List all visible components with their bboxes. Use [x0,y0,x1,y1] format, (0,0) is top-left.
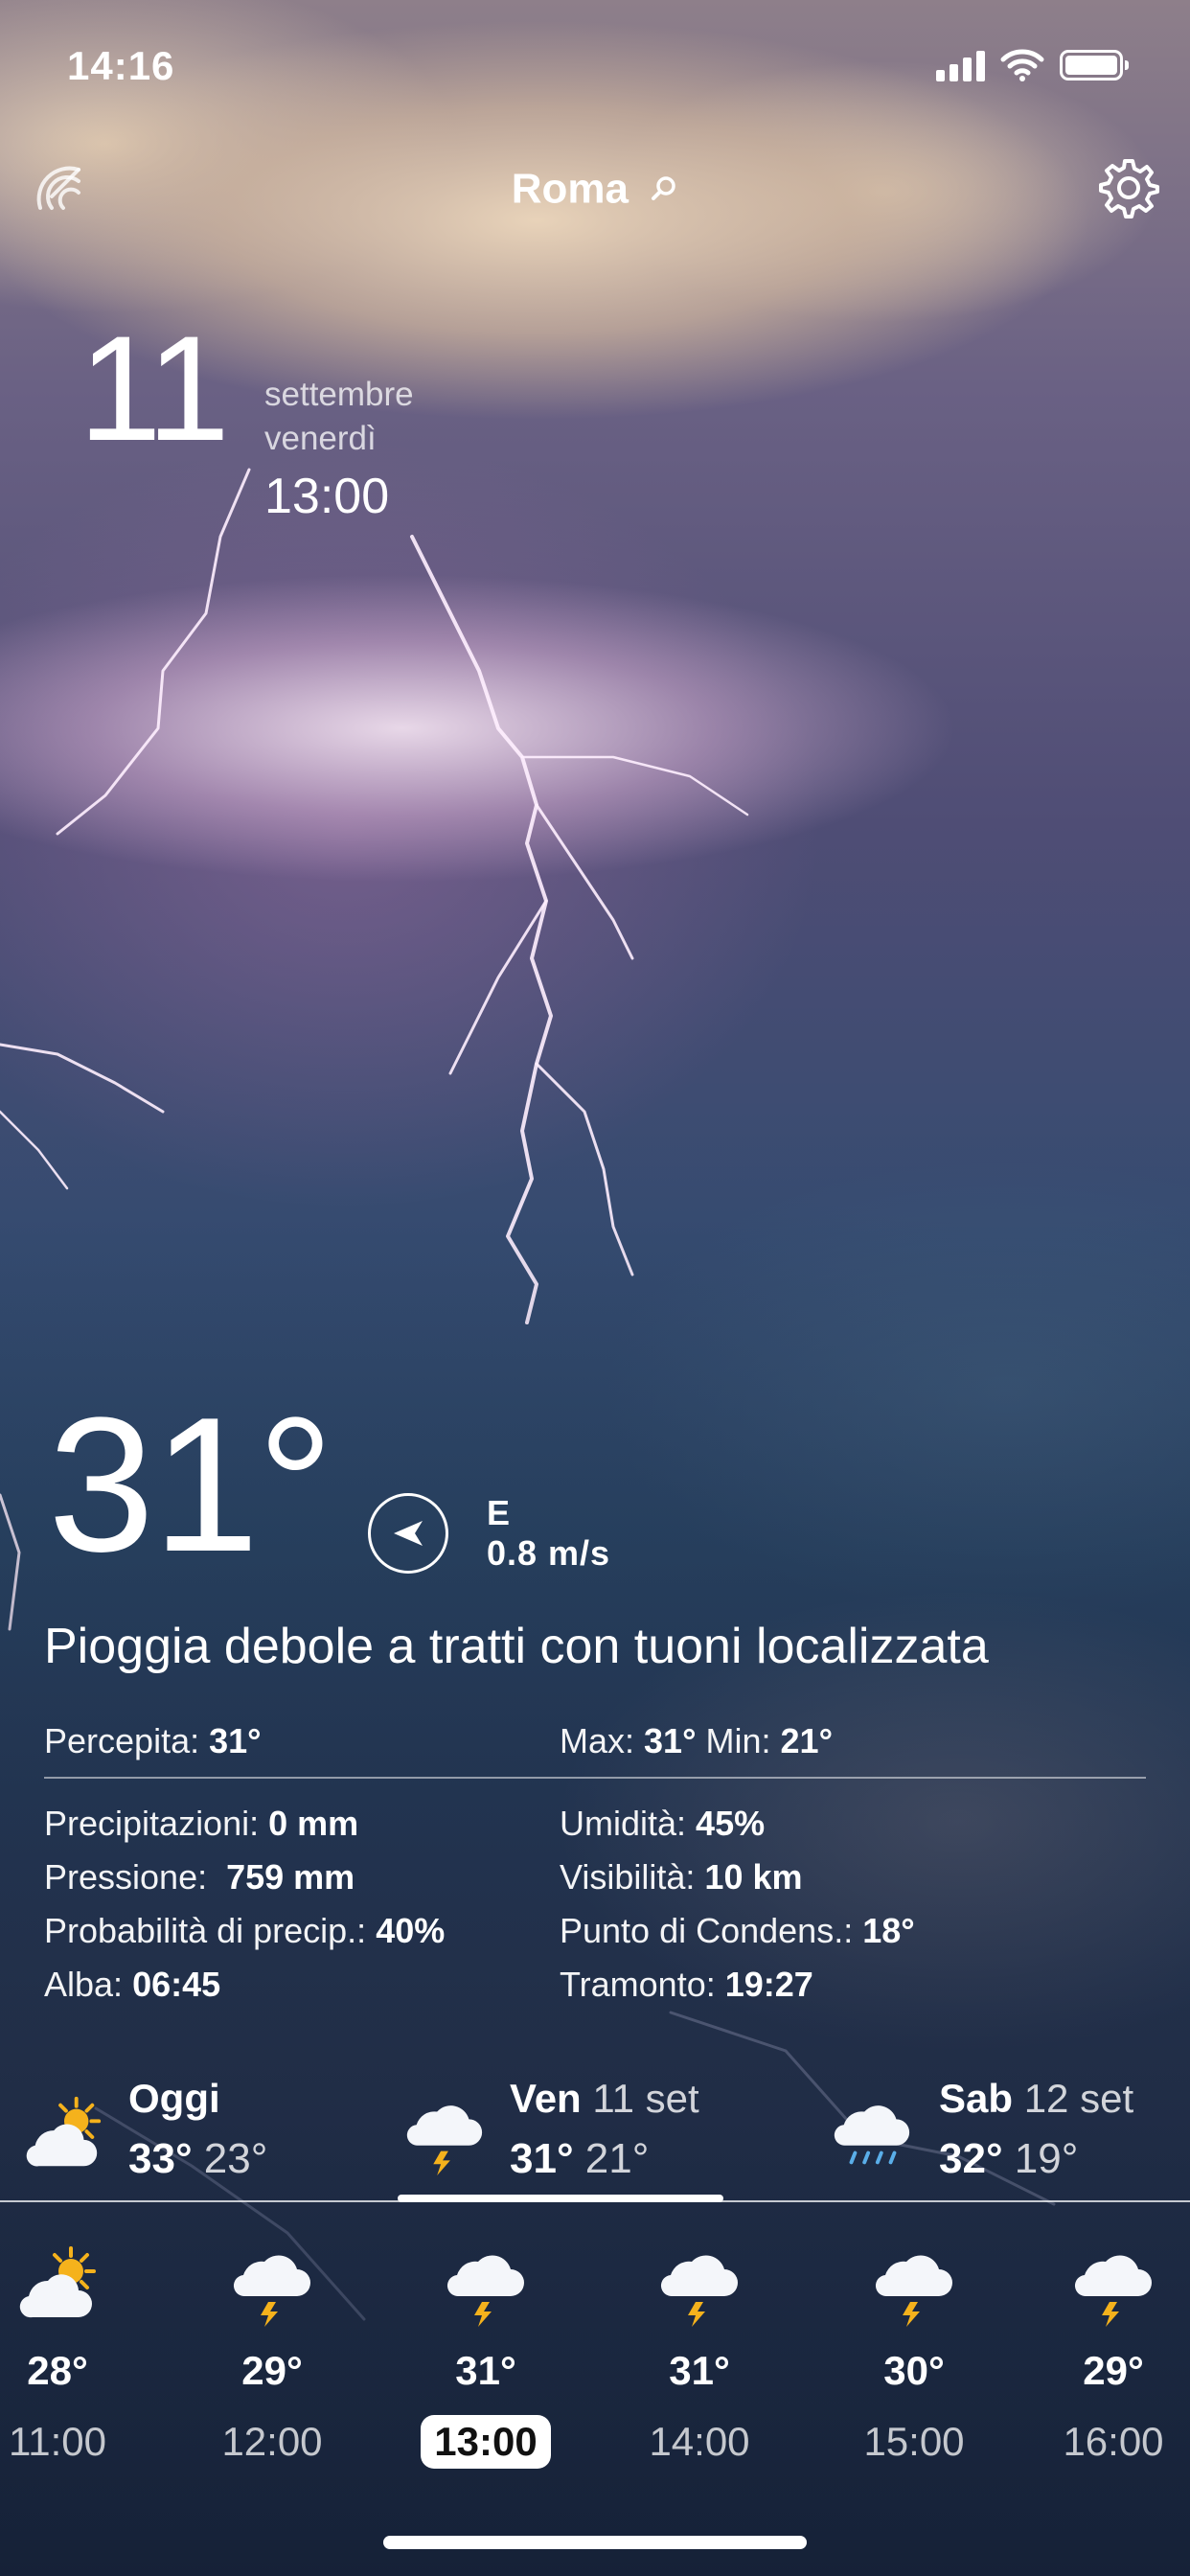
city-name[interactable]: Roma [512,165,629,212]
partly-sunny-icon [17,2093,109,2177]
rain-cloud-icon [826,2093,918,2177]
thunder-cloud-icon [1067,2242,1159,2329]
current-temperature: 31° [48,1378,333,1592]
thunder-cloud-icon [226,2242,318,2329]
hourly-item[interactable]: 31° 14:00 [623,2242,776,2469]
date-month: settembre [264,376,414,413]
day-card-saturday[interactable]: Sab 12 set 32° 19° [826,2074,1190,2182]
battery-icon [1060,50,1129,80]
visibility: Visibilità: 10 km [560,1857,803,1897]
thunder-cloud-icon [653,2242,745,2329]
wind-direction-icon [368,1493,448,1574]
dew-point: Punto di Condens.: 18° [560,1911,915,1950]
cellular-signal-icon [936,49,985,81]
details-divider [44,1777,1146,1779]
wind-speed: 0.8 m/s [487,1533,611,1573]
thunder-cloud-icon [399,2093,491,2177]
precipitation-probability: Probabilità di precip.: 40% [44,1911,446,1950]
status-time: 14:16 [67,43,175,88]
city-selector[interactable]: Roma [0,163,1190,213]
sunset: Tramonto: 19:27 [560,1965,813,2004]
max-min: Max: 31° Min: 21° [560,1721,833,1760]
thunder-cloud-icon [868,2242,960,2329]
thunder-cloud-icon [440,2242,532,2329]
pressure: Pressione: 759 mm [44,1857,355,1897]
wind-direction: E [487,1493,511,1532]
date-day: 11 [79,306,230,472]
partly-sunny-icon [11,2242,103,2329]
feels-like: Percepita: 31° [44,1721,262,1760]
hourly-item-selected[interactable]: 31° 13:00 [409,2242,562,2469]
selected-day-indicator [398,2195,723,2202]
hourly-item[interactable]: 29° 16:00 [1037,2242,1190,2469]
humidity: Umidità: 45% [560,1804,766,1843]
status-bar: 14:16 [0,43,1190,101]
search-icon[interactable] [650,174,678,203]
weather-description: Pioggia debole a tratti con tuoni locali… [44,1619,989,1674]
settings-gear-icon[interactable] [1096,155,1161,220]
day-card-friday[interactable]: Ven 11 set 31° 21° [399,2074,782,2182]
wifi-icon [1000,49,1044,81]
hourly-item[interactable]: 28° 11:00 [0,2242,134,2469]
date-weekday: venerdì [264,420,377,457]
date-hour: 13:00 [264,469,390,524]
sunrise: Alba: 06:45 [44,1965,221,2004]
home-indicator[interactable] [383,2536,807,2549]
hourly-item[interactable]: 30° 15:00 [837,2242,991,2469]
day-card-today[interactable]: Oggi 33° 23° [17,2074,381,2182]
precipitation: Precipitazioni: 0 mm [44,1804,359,1843]
hourly-item[interactable]: 29° 12:00 [195,2242,349,2469]
